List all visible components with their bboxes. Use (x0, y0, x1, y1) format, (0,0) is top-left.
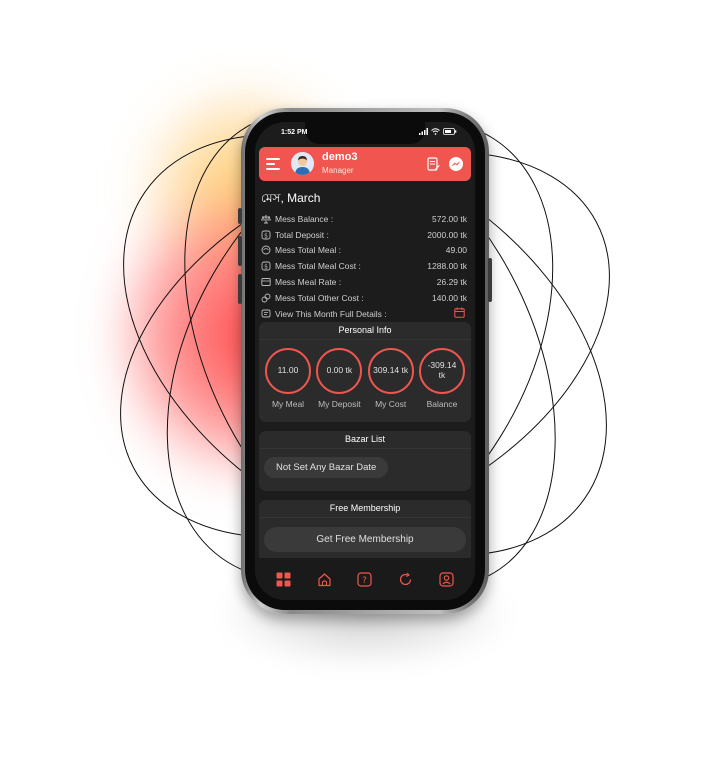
summary-label: Mess Total Other Cost : (275, 292, 364, 303)
app-screen: 1:52 PM demo3 Manager মেস, March Mess Ba… (255, 122, 475, 600)
phone-frame: 1:52 PM demo3 Manager মেস, March Mess Ba… (238, 108, 492, 614)
svg-text:?: ? (363, 576, 368, 586)
user-role: Manager (322, 166, 354, 175)
bottom-nav: ? (255, 558, 475, 600)
personal-info-title: Personal Info (259, 322, 471, 340)
deposit-icon: $ (261, 230, 271, 240)
home-icon[interactable] (316, 571, 332, 587)
get-free-membership-button[interactable]: Get Free Membership (264, 527, 466, 552)
stat-value: 0.00 tk (316, 348, 363, 394)
side-button-mute (238, 208, 242, 224)
summary-label: Mess Total Meal : (275, 245, 341, 256)
bazar-list-card: Bazar List Not Set Any Bazar Date (259, 431, 471, 491)
messenger-icon[interactable] (449, 157, 463, 171)
status-icons (419, 128, 457, 137)
note-icon[interactable] (427, 157, 440, 171)
details-icon (261, 309, 271, 319)
mess-title: মেস, March (261, 191, 321, 205)
svg-text:$: $ (264, 232, 268, 239)
wifi-icon (431, 128, 440, 137)
summary-value: 26.29 tk (436, 277, 467, 288)
battery-icon (443, 128, 457, 137)
calendar-icon[interactable] (454, 307, 465, 320)
summary-row-deposit: $ Total Deposit : 2000.00 tk (261, 227, 469, 243)
other-cost-icon (261, 293, 271, 303)
summary-label: View This Month Full Details : (275, 308, 387, 319)
summary-label: Mess Meal Rate : (275, 277, 342, 288)
signal-icon (419, 128, 428, 137)
personal-info-circles: 11.00 My Meal 0.00 tk My Deposit 309.14 … (259, 340, 471, 409)
rate-icon (261, 277, 271, 287)
summary-value: 49.00 (445, 245, 467, 256)
scale-icon (261, 214, 271, 224)
dashboard-icon[interactable] (275, 571, 291, 587)
summary-row-full-details[interactable]: View This Month Full Details : (261, 306, 469, 322)
summary-row-meal-rate: Mess Meal Rate : 26.29 tk (261, 274, 469, 290)
cost-icon: $ (261, 261, 271, 271)
stat-balance: -309.14 tk Balance (417, 348, 467, 409)
svg-text:$: $ (264, 264, 268, 271)
bazar-date-button[interactable]: Not Set Any Bazar Date (264, 457, 389, 478)
stat-my-cost: 309.14 tk My Cost (366, 348, 416, 409)
summary-row-total-meal: Mess Total Meal : 49.00 (261, 243, 469, 259)
avatar[interactable] (291, 152, 314, 175)
side-button-volume-down (238, 274, 242, 304)
summary-label: Total Deposit : (275, 229, 329, 240)
user-name: demo3 (322, 151, 358, 163)
summary-value: 572.00 tk (432, 213, 467, 224)
stat-my-meal: 11.00 My Meal (263, 348, 313, 409)
stat-value: 11.00 (265, 348, 311, 394)
stat-my-deposit: 0.00 tk My Deposit (314, 348, 364, 409)
help-icon[interactable]: ? (357, 571, 373, 587)
summary-value: 2000.00 tk (427, 229, 467, 240)
menu-icon[interactable] (266, 158, 280, 170)
bazar-list-title: Bazar List (259, 431, 471, 449)
summary-row-balance: Mess Balance : 572.00 tk (261, 211, 469, 227)
stat-value: 309.14 tk (367, 348, 414, 394)
stat-label: My Deposit (318, 399, 361, 409)
free-membership-card: Free Membership Get Free Membership (259, 500, 471, 562)
mess-summary: Mess Balance : 572.00 tk $ Total Deposit… (261, 211, 469, 322)
summary-row-other-cost: Mess Total Other Cost : 140.00 tk (261, 290, 469, 306)
summary-row-meal-cost: $ Mess Total Meal Cost : 1288.00 tk (261, 258, 469, 274)
refresh-icon[interactable] (398, 571, 414, 587)
summary-value: 140.00 tk (432, 292, 467, 303)
summary-label: Mess Balance : (275, 213, 334, 224)
stat-label: My Cost (375, 399, 407, 409)
status-bar: 1:52 PM (255, 128, 475, 142)
side-button-volume-up (238, 236, 242, 266)
free-membership-title: Free Membership (259, 500, 471, 518)
summary-label: Mess Total Meal Cost : (275, 261, 361, 272)
summary-value: 1288.00 tk (427, 261, 467, 272)
personal-info-card: Personal Info 11.00 My Meal 0.00 tk My D… (259, 322, 471, 422)
stat-label: Balance (426, 399, 458, 409)
app-header: demo3 Manager (259, 147, 471, 181)
stat-value: -309.14 tk (418, 348, 465, 394)
meal-icon (261, 245, 271, 255)
status-time: 1:52 PM (281, 129, 308, 136)
stat-label: My Meal (271, 399, 305, 409)
profile-icon[interactable] (439, 571, 455, 587)
side-button-power (488, 258, 492, 302)
